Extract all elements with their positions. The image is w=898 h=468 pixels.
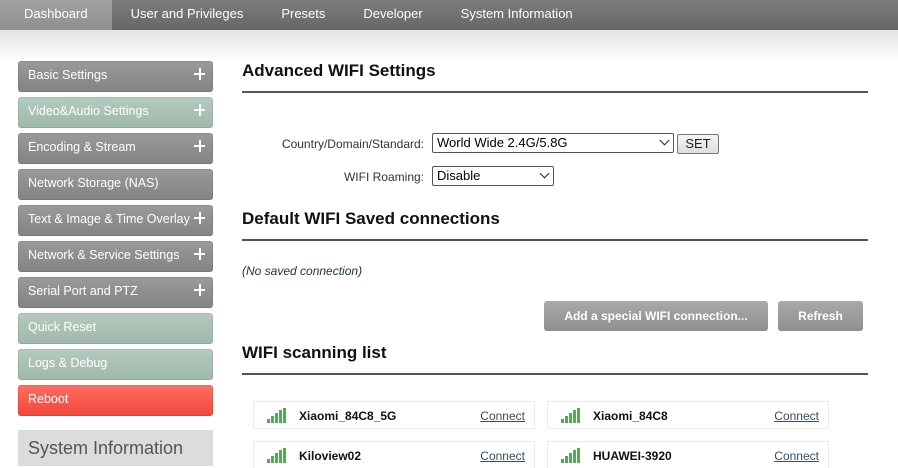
sidebar-item-network-service-settings[interactable]: Network & Service Settings — [18, 241, 213, 272]
wifi-signal-icon — [561, 408, 581, 423]
country-row: Country/Domain/Standard: World Wide 2.4G… — [242, 133, 868, 155]
sidebar: Basic Settings Video&Audio Settings Enco… — [18, 61, 213, 466]
connect-link[interactable]: Connect — [774, 449, 819, 463]
system-information-box-title: System Information — [18, 430, 213, 466]
wifi-network-card: Kiloview02 Connect — [253, 441, 535, 468]
country-label: Country/Domain/Standard: — [281, 137, 424, 151]
plus-icon[interactable] — [194, 140, 205, 152]
main-content: Advanced WIFI Settings Country/Domain/St… — [242, 61, 868, 468]
wifi-network-card: Xiaomi_84C8 Connect — [547, 401, 829, 429]
sidebar-item-serial-port-ptz[interactable]: Serial Port and PTZ — [18, 277, 213, 308]
sidebar-item-label: Encoding & Stream — [28, 140, 136, 154]
plus-icon[interactable] — [194, 248, 205, 260]
tab-developer[interactable]: Developer — [344, 0, 441, 30]
nav-shade — [0, 30, 898, 62]
sidebar-item-label: Basic Settings — [28, 68, 108, 82]
tab-presets[interactable]: Presets — [262, 0, 344, 30]
roaming-label: WIFI Roaming: — [343, 170, 424, 184]
add-wifi-connection-button[interactable]: Add a special WIFI connection... — [544, 301, 768, 331]
sidebar-item-basic-settings[interactable]: Basic Settings — [18, 61, 213, 92]
wifi-ssid: Xiaomi_84C8 — [593, 409, 668, 423]
connect-link[interactable]: Connect — [480, 409, 525, 423]
wifi-scanning-list-title: WIFI scanning list — [242, 343, 868, 375]
wifi-signal-icon — [561, 448, 581, 463]
sidebar-item-reboot[interactable]: Reboot — [18, 385, 213, 416]
plus-icon[interactable] — [194, 104, 205, 116]
top-nav: Dashboard User and Privileges Presets De… — [0, 0, 898, 30]
sidebar-item-logs-debug[interactable]: Logs & Debug — [18, 349, 213, 380]
sidebar-item-network-storage[interactable]: Network Storage (NAS) — [18, 169, 213, 200]
no-saved-connection-text: (No saved connection) — [242, 264, 363, 278]
wifi-signal-icon — [267, 408, 287, 423]
sidebar-item-video-audio-settings[interactable]: Video&Audio Settings — [18, 97, 213, 128]
sidebar-item-label: Video&Audio Settings — [28, 104, 149, 118]
roaming-select-value: Disable — [437, 168, 481, 183]
sidebar-item-label: Quick Reset — [28, 320, 97, 334]
wifi-ssid: Xiaomi_84C8_5G — [299, 409, 397, 423]
connect-link[interactable]: Connect — [774, 409, 819, 423]
chevron-down-icon — [539, 168, 550, 179]
wifi-network-card: HUAWEI-3920 Connect — [547, 441, 829, 468]
sidebar-item-label: Logs & Debug — [28, 356, 108, 370]
saved-connections-title: Default WIFI Saved connections — [242, 209, 868, 241]
plus-icon[interactable] — [194, 284, 205, 296]
tab-user-and-privileges[interactable]: User and Privileges — [112, 0, 263, 30]
sidebar-item-label: Text & Image & Time Overlay — [28, 212, 190, 226]
set-button[interactable]: SET — [677, 134, 719, 154]
country-select[interactable]: World Wide 2.4G/5.8G — [432, 133, 674, 153]
sidebar-item-label: Network & Service Settings — [28, 248, 180, 262]
sidebar-item-label: Serial Port and PTZ — [28, 284, 138, 298]
sidebar-item-label: Network Storage (NAS) — [28, 176, 159, 190]
country-select-value: World Wide 2.4G/5.8G — [437, 135, 568, 150]
chevron-down-icon — [659, 135, 670, 146]
wifi-ssid: Kiloview02 — [299, 449, 362, 463]
advanced-wifi-title: Advanced WIFI Settings — [242, 61, 868, 93]
tab-dashboard[interactable]: Dashboard — [0, 0, 112, 30]
connect-link[interactable]: Connect — [480, 449, 525, 463]
plus-icon[interactable] — [194, 212, 205, 224]
tab-system-information[interactable]: System Information — [442, 0, 592, 30]
sidebar-item-quick-reset[interactable]: Quick Reset — [18, 313, 213, 344]
sidebar-item-text-image-time-overlay[interactable]: Text & Image & Time Overlay — [18, 205, 213, 236]
roaming-select[interactable]: Disable — [432, 166, 554, 186]
roaming-row: WIFI Roaming: Disable — [242, 166, 868, 188]
sidebar-item-encoding-stream[interactable]: Encoding & Stream — [18, 133, 213, 164]
wifi-signal-icon — [267, 448, 287, 463]
wifi-network-card: Xiaomi_84C8_5G Connect — [253, 401, 535, 429]
sidebar-item-label: Reboot — [28, 392, 69, 406]
wifi-ssid: HUAWEI-3920 — [593, 449, 672, 463]
refresh-button[interactable]: Refresh — [778, 301, 863, 331]
plus-icon[interactable] — [194, 68, 205, 80]
